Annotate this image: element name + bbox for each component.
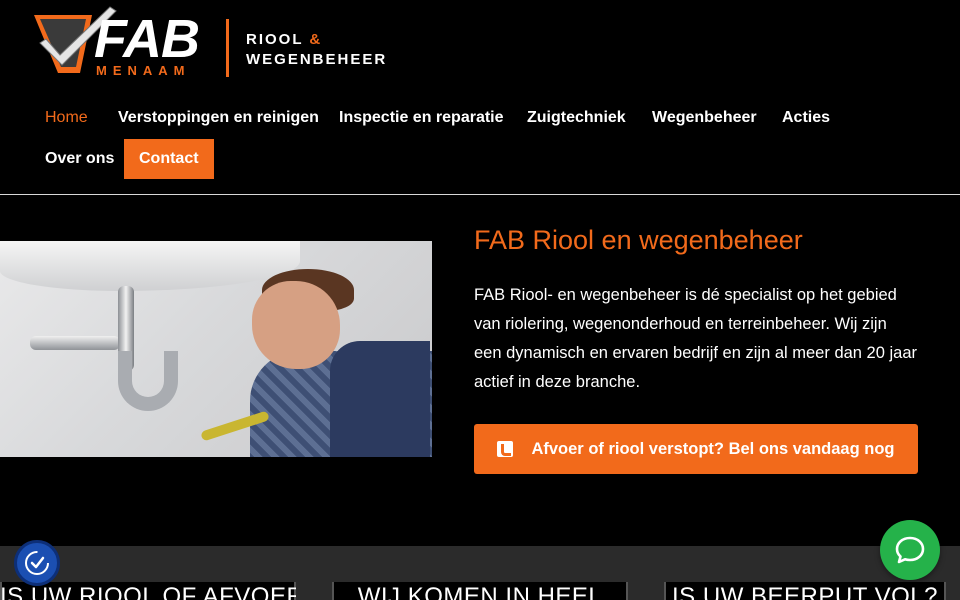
service-card-title: IS UW BEERPUT VOL?: [672, 583, 938, 600]
site-header: FAB MENAAM RIOOL & WEGENBEHEER Home Vers…: [0, 0, 960, 195]
nav-item-inspectie[interactable]: Inspectie en reparatie: [339, 109, 504, 127]
hero-image-plumber: [0, 241, 432, 457]
hero-description: FAB Riool- en wegenbeheer is dé speciali…: [474, 286, 918, 391]
nav-item-zuigtechniek[interactable]: Zuigtechniek: [527, 109, 626, 127]
accessibility-button[interactable]: [14, 540, 60, 586]
logo-divider: [226, 19, 229, 77]
call-to-action-button[interactable]: Afvoer of riool verstopt? Bel ons vandaa…: [474, 424, 918, 474]
nav-item-wegenbeheer[interactable]: Wegenbeheer: [652, 109, 757, 127]
person-head: [252, 281, 340, 369]
nav-item-over-ons[interactable]: Over ons: [45, 150, 114, 168]
logo-line-2: WEGENBEHEER: [246, 51, 388, 68]
service-card-title: WIJ KOMEN IN HEEL: [357, 583, 603, 600]
sink-illustration: [0, 241, 300, 291]
service-card-beerput[interactable]: IS UW BEERPUT VOL?: [664, 582, 946, 600]
hero-title: FAB Riool en wegenbeheer: [474, 225, 803, 255]
pipe-trap: [118, 351, 178, 411]
accessibility-icon: [25, 551, 49, 575]
nav-item-acties[interactable]: Acties: [782, 109, 830, 127]
logo-line-1: RIOOL &: [246, 31, 323, 48]
site-logo[interactable]: FAB MENAAM RIOOL & WEGENBEHEER: [30, 5, 390, 80]
person-overalls: [330, 341, 430, 457]
nav-item-verstoppingen[interactable]: Verstoppingen en reinigen: [118, 109, 319, 127]
service-card-regio[interactable]: WIJ KOMEN IN HEEL: [332, 582, 628, 600]
nav-item-home[interactable]: Home: [45, 109, 88, 127]
cta-label: Afvoer of riool verstopt? Bel ons vandaa…: [531, 439, 895, 458]
phone-square-icon: [497, 441, 514, 457]
pipe-horizontal: [30, 336, 120, 350]
logo-wordmark: FAB: [94, 9, 200, 69]
chat-bubble-icon: [895, 536, 925, 564]
logo-tagline: MENAAM: [96, 63, 191, 78]
nav-item-contact[interactable]: Contact: [124, 139, 214, 179]
chat-button[interactable]: [880, 520, 940, 580]
